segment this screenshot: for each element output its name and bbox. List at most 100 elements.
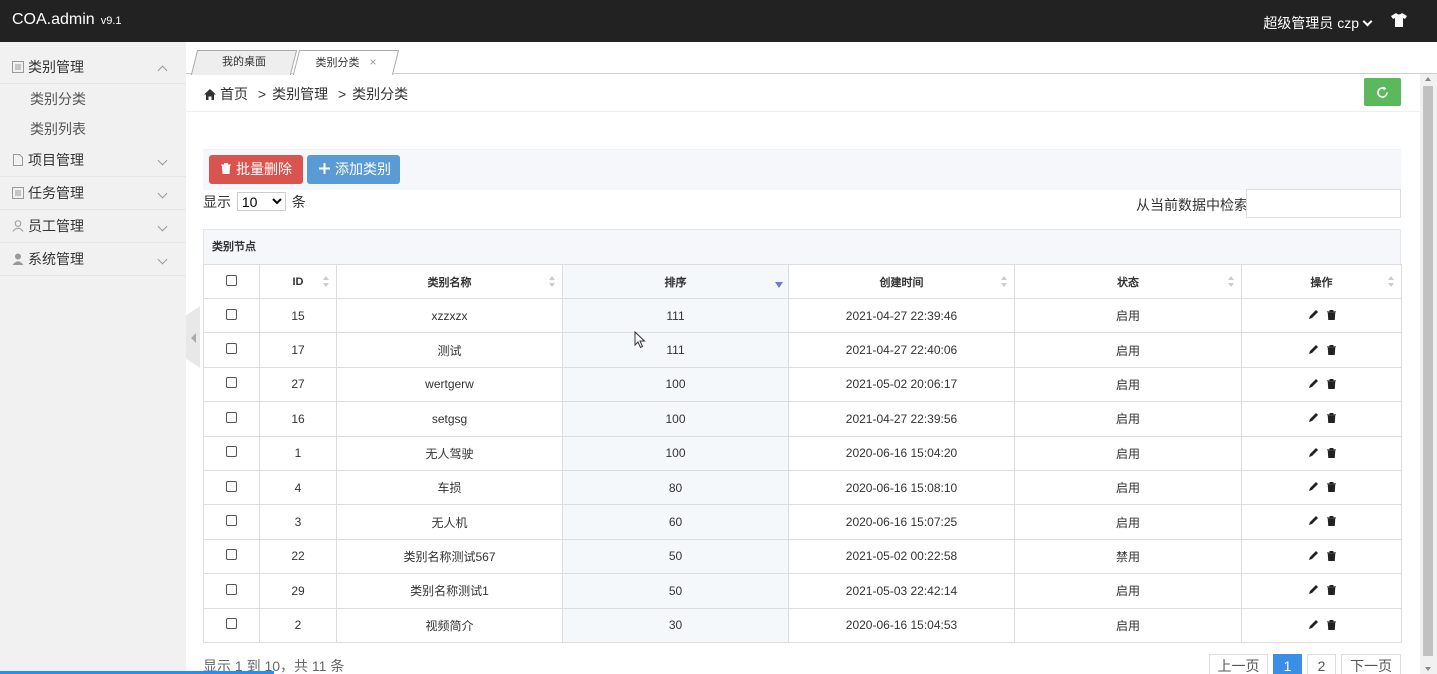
pagination-page-2[interactable]: 2 (1307, 654, 1336, 674)
scroll-down-icon[interactable] (1425, 667, 1431, 671)
edit-icon[interactable] (1308, 619, 1319, 633)
column-header-status[interactable]: 状态 (1014, 264, 1242, 299)
column-header-created[interactable]: 创建时间 (788, 264, 1015, 299)
tab-category-classification[interactable]: 类别分类 × (292, 50, 400, 75)
scrollbar-thumb[interactable] (1423, 86, 1433, 656)
row-checkbox[interactable] (226, 618, 237, 630)
cell-created: 2021-04-27 22:40:06 (788, 332, 1015, 368)
close-icon[interactable]: × (369, 55, 376, 69)
trash-icon[interactable] (1326, 309, 1336, 323)
theme-shirt-icon[interactable] (1391, 13, 1407, 27)
sidebar-item-task-management[interactable]: 任务管理 (0, 177, 186, 210)
trash-icon[interactable] (1326, 550, 1336, 564)
sort-icon (1388, 276, 1395, 288)
row-checkbox[interactable] (226, 515, 237, 527)
edit-icon[interactable] (1308, 412, 1319, 426)
trash-icon[interactable] (1326, 344, 1336, 358)
row-checkbox[interactable] (226, 446, 237, 458)
tab-my-desktop[interactable]: 我的桌面 (190, 50, 298, 75)
refresh-icon (1377, 86, 1388, 98)
cell-status: 启用 (1014, 332, 1242, 368)
trash-icon[interactable] (1326, 584, 1336, 598)
cell-created: 2020-06-16 15:04:53 (788, 607, 1015, 643)
batch-delete-button[interactable]: 批量删除 (209, 155, 303, 184)
cell-sort: 111 (562, 297, 789, 334)
trash-icon[interactable] (1326, 481, 1336, 495)
pagination-page-1[interactable]: 1 (1273, 654, 1302, 674)
trash-icon[interactable] (1326, 447, 1336, 461)
row-checkbox[interactable] (226, 480, 237, 492)
cell-actions (1241, 573, 1402, 609)
user-role: 超级管理员 (1263, 15, 1334, 31)
cell-status: 启用 (1014, 297, 1242, 334)
edit-icon[interactable] (1308, 550, 1319, 564)
tab-bar: 我的桌面 类别分类 × (186, 42, 1437, 75)
top-navbar: COA.admin v9.1 超级管理员 czp (0, 0, 1437, 42)
edit-icon[interactable] (1308, 481, 1319, 495)
cell-created: 2021-05-02 00:22:58 (788, 538, 1015, 575)
row-checkbox[interactable] (226, 377, 237, 389)
edit-icon[interactable] (1308, 447, 1319, 461)
sidebar-subitem-category-list[interactable]: 类别列表 (0, 114, 186, 144)
cell-name: 车损 (336, 469, 563, 506)
sidebar-item-category-management[interactable]: 类别管理 (0, 51, 186, 84)
column-header-name[interactable]: 类别名称 (336, 264, 563, 299)
pagination-next[interactable]: 下一页 (1341, 654, 1401, 674)
row-checkbox[interactable] (226, 411, 237, 423)
sidebar-item-staff-management[interactable]: 员工管理 (0, 210, 186, 243)
trash-icon[interactable] (1326, 619, 1336, 633)
vertical-scrollbar[interactable] (1420, 74, 1437, 674)
sort-icon (323, 276, 330, 288)
sidebar-item-project-management[interactable]: 项目管理 (0, 144, 186, 177)
chevron-down-icon (157, 221, 168, 232)
sidebar-item-label: 项目管理 (28, 152, 84, 168)
cell-id: 29 (259, 573, 337, 609)
brand-logo[interactable]: COA.admin v9.1 (12, 11, 122, 29)
sidebar-item-system-management[interactable]: 系统管理 (0, 243, 186, 276)
cell-name: 无人机 (336, 504, 563, 540)
trash-icon[interactable] (1326, 412, 1336, 426)
edit-icon[interactable] (1308, 584, 1319, 598)
trash-icon[interactable] (1326, 515, 1336, 529)
row-checkbox[interactable] (226, 343, 237, 355)
add-category-button[interactable]: 添加类别 (307, 155, 400, 184)
search-input[interactable] (1246, 189, 1401, 218)
sidebar-subitem-category-classification[interactable]: 类别分类 (0, 84, 186, 114)
scroll-up-icon[interactable] (1425, 77, 1431, 81)
cell-created: 2021-05-02 20:06:17 (788, 366, 1015, 403)
breadcrumb-level1[interactable]: 类别管理 (272, 86, 328, 102)
row-checkbox[interactable] (226, 583, 237, 595)
table-row: 15 xzzxzx 111 2021-04-27 22:39:46 启用 (203, 297, 1402, 334)
edit-icon[interactable] (1308, 515, 1319, 529)
row-checkbox[interactable] (226, 549, 237, 561)
select-all-checkbox[interactable] (226, 274, 237, 286)
pagination-prev[interactable]: 上一页 (1209, 654, 1268, 674)
cell-name: xzzxzx (336, 297, 563, 334)
user-menu[interactable]: 超级管理员 czp (1263, 13, 1373, 33)
user-name: czp (1337, 15, 1359, 31)
edit-icon[interactable] (1308, 344, 1319, 358)
cell-id: 2 (259, 607, 337, 643)
page-length-select[interactable]: 10 (236, 192, 286, 211)
cell-name: 无人驾驶 (336, 435, 563, 471)
trash-icon[interactable] (1326, 378, 1336, 392)
column-header-actions[interactable]: 操作 (1241, 264, 1402, 299)
row-checkbox[interactable] (226, 308, 237, 320)
edit-icon[interactable] (1308, 378, 1319, 392)
table-row: 4 车损 80 2020-06-16 15:08:10 启用 (203, 469, 1402, 506)
cell-actions (1241, 607, 1402, 643)
row-select-cell (203, 332, 260, 368)
column-header-id[interactable]: ID (259, 264, 337, 299)
sidebar-item-label: 任务管理 (28, 185, 84, 201)
refresh-button[interactable] (1364, 78, 1401, 106)
brand-name: COA.admin (12, 11, 95, 28)
add-category-label: 添加类别 (335, 161, 391, 177)
tab-label: 我的桌面 (222, 56, 266, 68)
cell-sort: 111 (562, 332, 789, 368)
sort-icon (549, 276, 556, 288)
column-header-sort[interactable]: 排序 (562, 264, 789, 299)
edit-icon[interactable] (1308, 309, 1319, 323)
sidebar-collapse-handle[interactable] (186, 306, 200, 368)
breadcrumb-home[interactable]: 首页 (220, 86, 248, 102)
cell-actions (1241, 332, 1402, 368)
